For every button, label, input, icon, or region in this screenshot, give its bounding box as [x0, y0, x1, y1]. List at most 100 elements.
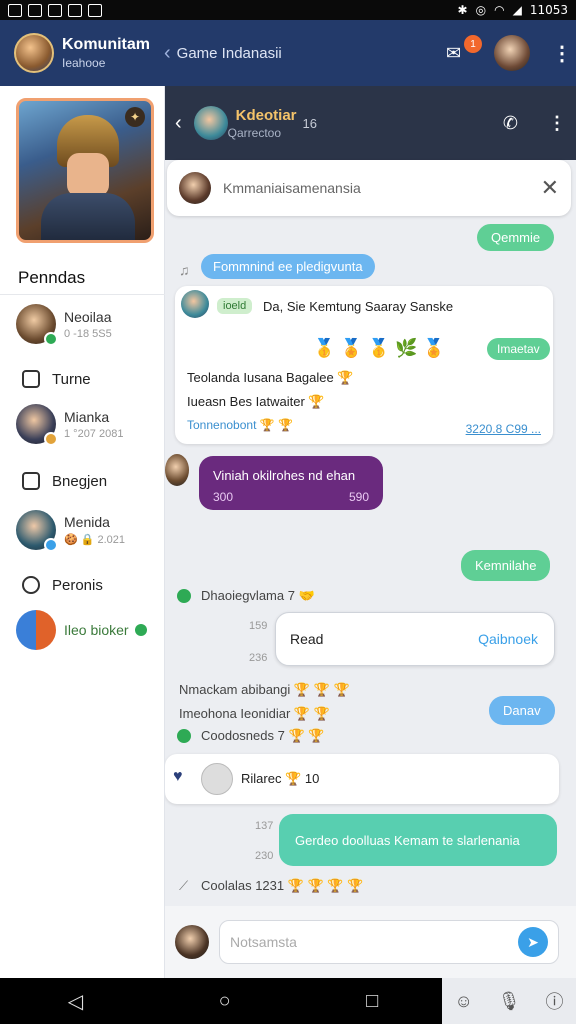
sidebar-item-link[interactable]: Peronis	[22, 576, 103, 594]
message-input[interactable]: Notsamsta ➤	[219, 920, 559, 964]
search-bar[interactable]: Kmmaniaisamenansia ✕	[167, 160, 571, 216]
contact-name: Neoilaa	[64, 308, 112, 325]
status-line: Dhaoiegvlama 7 🤝	[201, 588, 315, 603]
chat-title-group: Kdeotiar Qarrectoo	[228, 107, 297, 140]
status-bar: ✱ ◎ ◠ ◢ 11053	[0, 0, 576, 20]
share-icon	[22, 370, 40, 388]
message-line: Imeohona Ieonidiar 🏆 🏆	[179, 706, 330, 721]
message-text: Viniah okilrohes nd ehan	[213, 468, 356, 483]
back-icon[interactable]: ‹	[175, 112, 182, 135]
reply-card[interactable]: ♥ Rilarec 🏆 10	[165, 754, 559, 804]
contact-meta: 0 -18 5S5	[64, 327, 112, 340]
hero-armor	[41, 193, 135, 240]
chat-status: Qarrectoo	[227, 125, 282, 140]
sidebar-item-link[interactable]: Turne	[22, 370, 91, 388]
timestamp: 230	[255, 850, 274, 862]
sidebar-item-contact[interactable]: Neoilaa 0 -18 5S5	[16, 304, 112, 346]
contact-meta: 🍪 🔒 2.021	[64, 534, 126, 546]
timestamp: 236	[249, 652, 268, 664]
trophy-emoji-row: 🥇 🏅 🥇 🌿 🏅	[313, 338, 446, 358]
sidebar-item-contact[interactable]: Mianka 1 °207 2081	[16, 404, 124, 446]
chat-header: ‹ Kdeotiar Qarrectoo 16 ✆ ⋮	[165, 86, 576, 160]
card-link[interactable]: Tonnenobont 🏆 🏆	[187, 418, 293, 432]
contact-meta: 1 °207 2081	[64, 427, 124, 440]
avatar	[16, 510, 58, 552]
read-receipt-card[interactable]: Read Qaibnoek	[275, 612, 555, 666]
refresh-icon	[22, 576, 40, 594]
status-icon	[44, 538, 58, 552]
gallery-icon	[8, 3, 22, 17]
avatar	[181, 290, 209, 318]
vpn-icon	[28, 3, 42, 17]
contact-name: Ileo bioker	[64, 622, 129, 638]
sidebar-link-label: Bnegjen	[52, 472, 108, 490]
status-time: 11053	[529, 3, 568, 17]
verified-icon	[134, 624, 147, 636]
chat-avatar[interactable]	[193, 106, 228, 140]
sidebar-item-contact[interactable]: Ileo bioker	[16, 610, 147, 650]
message-placeholder: Notsamsta	[230, 934, 297, 950]
message-meta: 300	[213, 490, 234, 504]
sidebar-item-contact[interactable]: Menida 🍪 🔒 2.021	[16, 510, 126, 552]
status-badge: ioeld	[217, 298, 253, 314]
message-card[interactable]: ioeld Da, Sie Kemtung Saaray Sanske 🥇 🏅 …	[175, 286, 553, 444]
community-avatar[interactable]	[14, 33, 54, 73]
message-meta: 590	[348, 490, 369, 504]
card-pill[interactable]: Imaetav	[487, 338, 550, 360]
nav-recents-icon[interactable]: □	[366, 990, 378, 1013]
card-code-link[interactable]: 3220.8 C99 ...	[466, 422, 541, 436]
phone-icon[interactable]: ✆	[503, 113, 518, 134]
message-bubble-outgoing[interactable]: Kemnilahe	[461, 550, 551, 581]
message-bubble-outgoing[interactable]: Gerdeo doolluas Kemam te slarlenania	[279, 814, 557, 866]
section-title[interactable]: Game Indanasii	[177, 45, 282, 62]
divider	[0, 294, 165, 295]
read-action-link[interactable]: Qaibnoek	[478, 631, 538, 647]
contact-name: Menida	[64, 514, 110, 530]
read-label: Read	[290, 631, 324, 647]
system-pill: Fommnind ee pledigvunta	[201, 254, 375, 279]
mic-icon[interactable]: 🎙	[498, 991, 521, 1012]
download-icon	[68, 3, 82, 17]
hero-face	[67, 153, 109, 197]
chat-name: Kdeotiar	[235, 106, 297, 124]
sidebar-link-label: Turne	[52, 370, 91, 388]
card-line: Teolanda Iusana Bagalee 🏆	[187, 370, 354, 385]
avatar	[16, 404, 58, 446]
status-line: Coodosneds 7 🏆 🏆	[201, 728, 325, 743]
message-text: Gerdeo doolluas Kemam te slarlenania	[295, 832, 520, 848]
notification-button[interactable]: ✉ 1	[446, 35, 482, 63]
online-status-icon	[44, 332, 58, 346]
screenshot-icon	[48, 3, 62, 17]
hero-portrait[interactable]: ✦	[16, 98, 154, 243]
pin-icon: ⟋	[179, 878, 189, 893]
timestamp: 159	[249, 620, 268, 632]
sync-icon	[88, 3, 102, 17]
app-title: Komunitam	[62, 36, 150, 53]
app-bar: Komunitam Ieahooe ‹ Game Indanasii ✉ 1 ⋮	[0, 20, 576, 86]
message-bubble-outgoing[interactable]: Danav	[489, 696, 555, 725]
status-line: Coolalas 1231 🏆 🏆 🏆 🏆	[201, 878, 364, 893]
member-count: 16	[302, 115, 317, 131]
status-icon	[44, 432, 58, 446]
sidebar-item-link[interactable]: Bnegjen	[22, 472, 107, 490]
status-icons-left	[8, 3, 102, 17]
check-icon	[177, 589, 191, 603]
close-icon[interactable]: ✕	[541, 175, 559, 201]
sticker-icon[interactable]: ☺	[454, 991, 472, 1012]
send-icon[interactable]: ➤	[518, 927, 548, 957]
info-icon[interactable]: ⓘ	[546, 988, 564, 1014]
message-bubble-outgoing[interactable]: Qemmie	[477, 224, 555, 251]
user-avatar[interactable]	[494, 35, 530, 71]
search-text: Kmmaniaisamenansia	[223, 180, 361, 196]
back-chevron-icon[interactable]: ‹	[164, 42, 171, 65]
nav-back-icon[interactable]: ◁	[68, 989, 83, 1014]
kebab-menu-icon[interactable]: ⋮	[552, 41, 572, 66]
nav-home-icon[interactable]: ○	[219, 990, 231, 1013]
kebab-menu-icon[interactable]: ⋮	[548, 113, 566, 134]
sidebar: ✦ Penndas Neoilaa 0 -18 5S5 Turne Mianka 1…	[0, 86, 165, 978]
compass-icon[interactable]: ✦	[125, 107, 145, 127]
message-bubble-incoming[interactable]: Viniah okilrohes nd ehan 300 590	[199, 456, 383, 510]
avatar	[16, 610, 56, 650]
reply-name: Rilarec 🏆 10	[241, 771, 320, 786]
sidebar-heading: Penndas	[18, 268, 86, 287]
